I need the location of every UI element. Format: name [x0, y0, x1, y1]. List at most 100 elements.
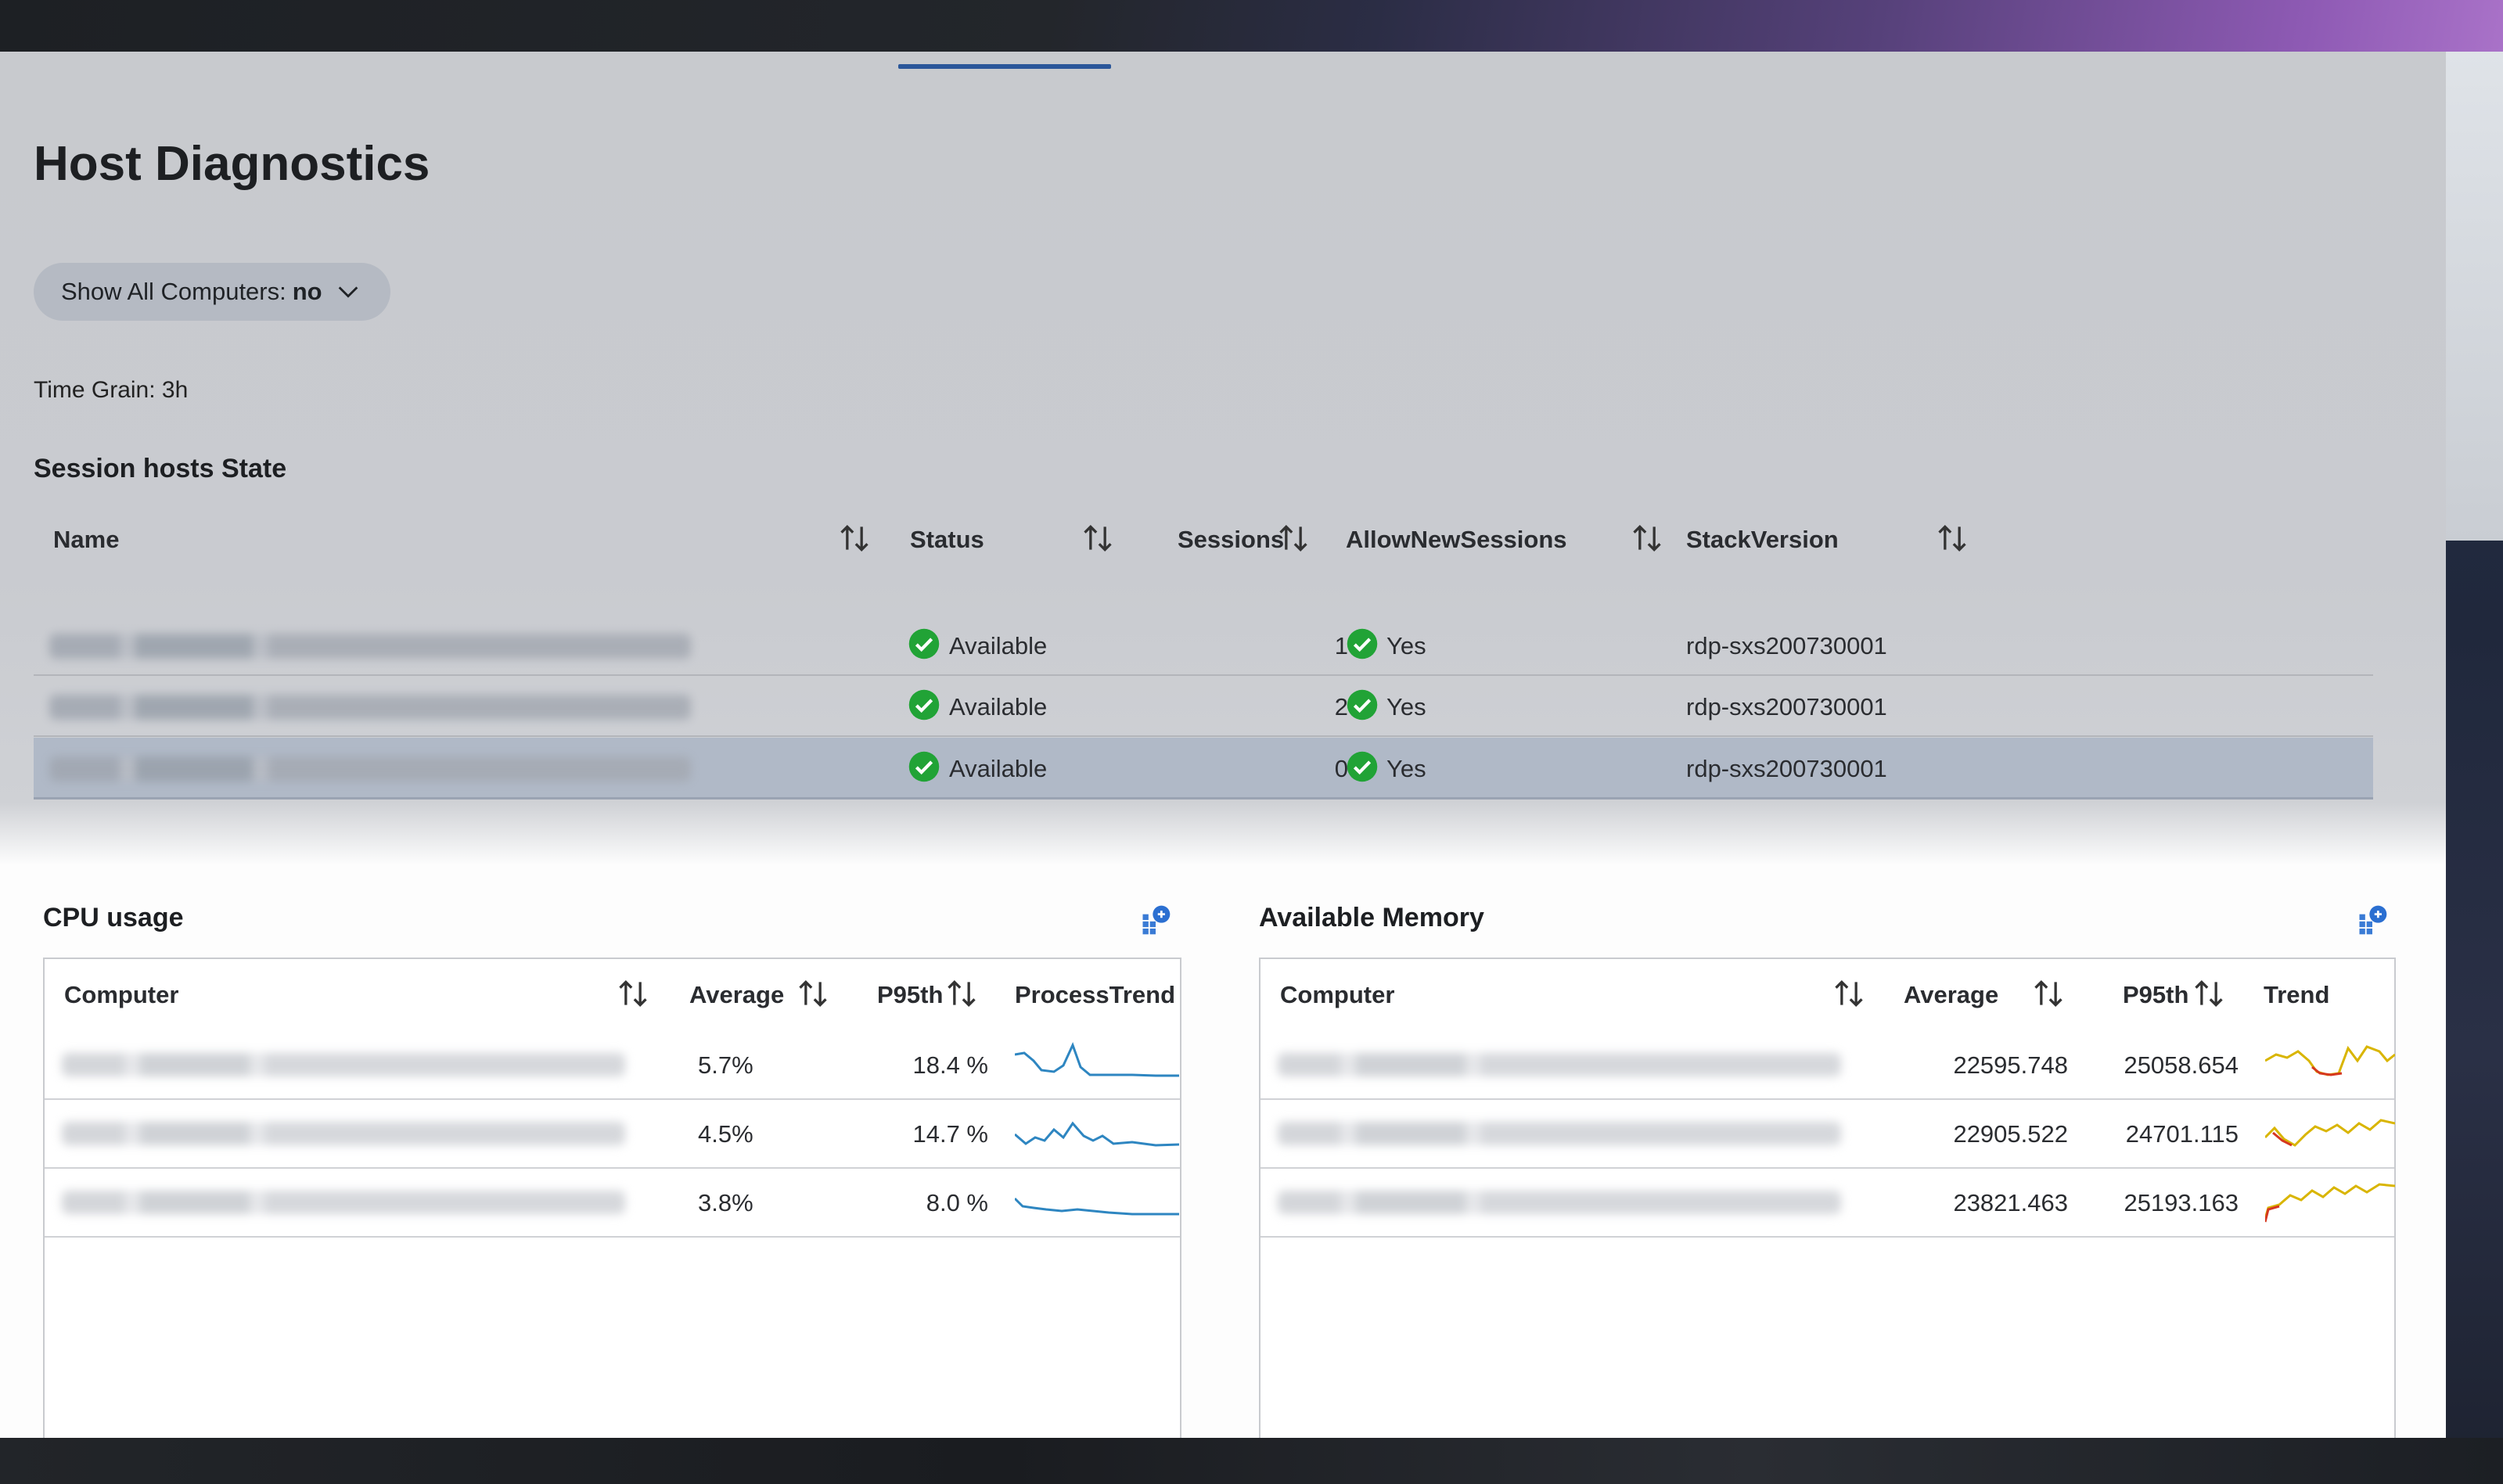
cpu-row[interactable]: 5.7% 18.4 %	[45, 1029, 1180, 1100]
col-sessions[interactable]: Sessions	[1178, 526, 1284, 554]
allow-new-sessions-value: Yes	[1386, 755, 1426, 782]
col-process-trend[interactable]: ProcessTrend	[1015, 981, 1175, 1009]
chevron-down-icon	[338, 286, 358, 298]
col-computer[interactable]: Computer	[64, 981, 178, 1009]
green-check-icon	[1347, 628, 1378, 659]
sort-arrows-icon[interactable]	[1832, 976, 1866, 1011]
col-trend[interactable]: Trend	[2264, 981, 2329, 1009]
cpu-row[interactable]: 3.8% 8.0 %	[45, 1167, 1180, 1238]
memory-grid-header: Computer Average P95th Trend	[1260, 959, 2394, 1029]
memory-p95: 25193.163	[2124, 1189, 2239, 1216]
available-memory-title: Available Memory	[1259, 903, 1484, 932]
redacted-computer-name	[1278, 1122, 1841, 1145]
allow-new-sessions-value: Yes	[1386, 693, 1426, 720]
sessions-count: 0	[1334, 755, 1348, 782]
status-text: Available	[949, 632, 1048, 659]
session-host-row[interactable]: Available 2 Yes rdp-sxs200730001	[34, 676, 2373, 737]
green-check-icon	[908, 689, 940, 720]
col-average[interactable]: Average	[689, 981, 784, 1009]
col-p95th[interactable]: P95th	[2123, 981, 2188, 1009]
time-grain-label: Time Grain: 3h	[34, 377, 189, 403]
sessions-count: 2	[1334, 693, 1348, 720]
show-all-computers-dropdown[interactable]: Show All Computers: no	[34, 263, 390, 321]
redacted-computer-name	[62, 1122, 625, 1145]
desktop-background-bottom	[0, 1438, 2503, 1484]
cpu-row[interactable]: 4.5% 14.7 %	[45, 1098, 1180, 1169]
col-name[interactable]: Name	[53, 526, 119, 554]
active-tab-indicator[interactable]	[898, 64, 1111, 69]
cpu-trend-sparkline	[1015, 1197, 1179, 1216]
sort-arrows-icon[interactable]	[616, 976, 650, 1011]
filter-label: Show All Computers:	[61, 278, 286, 305]
memory-trend-sparkline	[2265, 1045, 2395, 1076]
sort-arrows-icon[interactable]	[1081, 521, 1115, 555]
stack-version-value: rdp-sxs200730001	[1686, 693, 1887, 720]
pin-to-dashboard-icon[interactable]	[2355, 903, 2390, 937]
col-allow-new-sessions[interactable]: AllowNewSessions	[1346, 526, 1567, 554]
cpu-p95: 8.0 %	[926, 1189, 988, 1216]
memory-average: 23821.463	[1953, 1189, 2068, 1216]
memory-trend-sparkline	[2265, 1183, 2395, 1223]
status-text: Available	[949, 755, 1048, 782]
pin-to-dashboard-icon[interactable]	[1138, 903, 1173, 937]
overlay-fade	[0, 803, 2446, 865]
memory-p95: 25058.654	[2124, 1051, 2239, 1079]
sort-arrows-icon[interactable]	[2031, 976, 2066, 1011]
session-hosts-table: Name Status Sessions AllowNewSessions St…	[34, 505, 2373, 799]
sort-arrows-icon[interactable]	[837, 521, 872, 555]
status-text: Available	[949, 693, 1048, 720]
session-hosts-header: Name Status Sessions AllowNewSessions St…	[34, 505, 2373, 576]
cpu-average: 4.5%	[698, 1120, 753, 1148]
workbook-window: Host Diagnostics Show All Computers: no …	[0, 52, 2446, 1438]
cpu-p95: 18.4 %	[912, 1051, 988, 1079]
redacted-computer-name	[62, 1191, 625, 1214]
memory-row[interactable]: 22905.522 24701.115	[1260, 1098, 2395, 1169]
session-host-row-selected[interactable]: Available 0 Yes rdp-sxs200730001	[34, 738, 2373, 799]
col-stack-version[interactable]: StackVersion	[1686, 526, 1839, 554]
stack-version-value: rdp-sxs200730001	[1686, 755, 1887, 782]
col-status[interactable]: Status	[910, 526, 984, 554]
redacted-host-name	[49, 695, 691, 720]
green-check-icon	[1347, 751, 1378, 782]
sort-arrows-icon[interactable]	[796, 976, 830, 1011]
cpu-average: 5.7%	[698, 1051, 753, 1079]
col-average[interactable]: Average	[1904, 981, 1998, 1009]
redacted-computer-name	[1278, 1191, 1841, 1214]
redacted-computer-name	[62, 1053, 625, 1076]
page-title: Host Diagnostics	[34, 137, 430, 191]
memory-average: 22905.522	[1953, 1120, 2068, 1148]
cpu-p95: 14.7 %	[912, 1120, 988, 1148]
cpu-usage-grid: Computer Average P95th ProcessTrend 5.7%…	[43, 958, 1181, 1438]
available-memory-grid: Computer Average P95th Trend 22595.748 2…	[1259, 958, 2396, 1438]
desktop-background-right	[2446, 52, 2503, 1484]
cpu-grid-header: Computer Average P95th ProcessTrend	[45, 959, 1180, 1029]
redacted-host-name	[49, 756, 691, 782]
redacted-computer-name	[1278, 1053, 1841, 1076]
filter-value: no	[292, 278, 322, 305]
memory-row[interactable]: 22595.748 25058.654	[1260, 1029, 2395, 1100]
memory-p95: 24701.115	[2125, 1120, 2239, 1148]
sort-arrows-icon[interactable]	[1276, 521, 1311, 555]
memory-average: 22595.748	[1953, 1051, 2068, 1079]
desktop-window-edge	[2446, 52, 2503, 541]
redacted-host-name	[49, 634, 691, 659]
cpu-average: 3.8%	[698, 1189, 753, 1216]
cpu-usage-title: CPU usage	[43, 903, 184, 932]
session-hosts-title: Session hosts State	[34, 454, 287, 483]
green-check-icon	[908, 751, 940, 782]
memory-row[interactable]: 23821.463 25193.163	[1260, 1167, 2395, 1238]
col-computer[interactable]: Computer	[1280, 981, 1394, 1009]
desktop-background-top	[0, 0, 2503, 52]
col-p95th[interactable]: P95th	[877, 981, 943, 1009]
green-check-icon	[1347, 689, 1378, 720]
stack-version-value: rdp-sxs200730001	[1686, 632, 1887, 659]
cpu-trend-sparkline	[1015, 1042, 1179, 1077]
sort-arrows-icon[interactable]	[2192, 976, 2226, 1011]
sort-arrows-icon[interactable]	[1630, 521, 1664, 555]
green-check-icon	[908, 628, 940, 659]
session-host-row[interactable]: Available 1 Yes rdp-sxs200730001	[34, 615, 2373, 676]
sort-arrows-icon[interactable]	[1935, 521, 1969, 555]
sort-arrows-icon[interactable]	[944, 976, 979, 1011]
sessions-count: 1	[1334, 632, 1348, 659]
memory-trend-sparkline	[2265, 1119, 2395, 1147]
